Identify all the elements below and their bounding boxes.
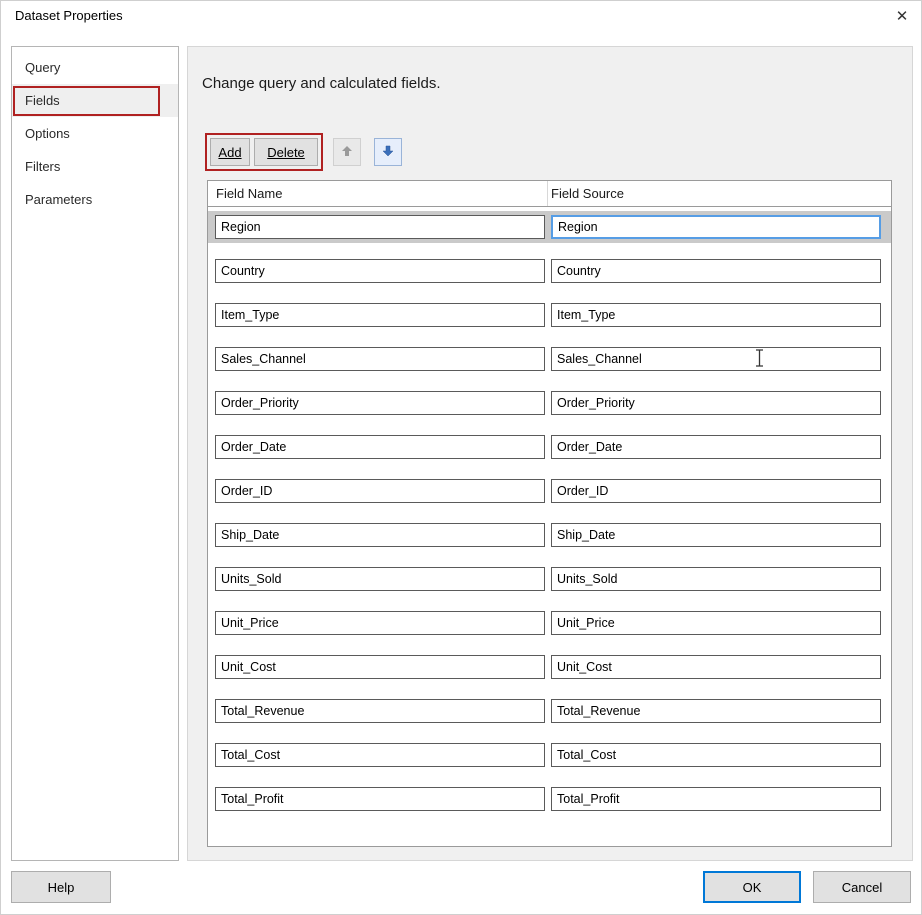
field-name-input[interactable]	[215, 479, 545, 503]
field-source-input[interactable]	[551, 567, 881, 591]
sidebar-item-filters[interactable]: Filters	[12, 150, 178, 183]
sidebar-item-options[interactable]: Options	[12, 117, 178, 150]
field-source-input[interactable]	[551, 699, 881, 723]
field-row	[208, 695, 891, 727]
field-name-input[interactable]	[215, 611, 545, 635]
field-row	[208, 211, 891, 243]
help-button[interactable]: Help	[11, 871, 111, 903]
field-source-input[interactable]	[551, 435, 881, 459]
field-source-input[interactable]	[551, 303, 881, 327]
field-row	[208, 255, 891, 287]
ok-button[interactable]: OK	[703, 871, 801, 903]
field-row	[208, 563, 891, 595]
close-icon[interactable]: ✕	[888, 4, 916, 28]
titlebar: Dataset Properties ✕	[1, 1, 921, 31]
field-name-input[interactable]	[215, 347, 545, 371]
page-title: Change query and calculated fields.	[202, 75, 441, 92]
sidebar-item-fields[interactable]: Fields	[12, 84, 178, 117]
field-name-input[interactable]	[215, 655, 545, 679]
main-panel: Change query and calculated fields. Add …	[187, 46, 913, 861]
delete-button[interactable]: Delete	[254, 138, 318, 166]
field-source-input[interactable]	[551, 479, 881, 503]
field-row	[208, 431, 891, 463]
field-row	[208, 519, 891, 551]
field-name-input[interactable]	[215, 215, 545, 239]
table-header: Field Name Field Source	[208, 181, 891, 207]
field-name-input[interactable]	[215, 567, 545, 591]
field-source-input[interactable]	[551, 391, 881, 415]
field-row	[208, 651, 891, 683]
add-button[interactable]: Add	[210, 138, 250, 166]
field-row	[208, 783, 891, 815]
fields-table: Field Name Field Source	[207, 180, 892, 847]
field-row	[208, 343, 891, 375]
field-row	[208, 299, 891, 331]
field-source-input[interactable]	[551, 611, 881, 635]
add-button-label: Add	[218, 144, 242, 160]
field-name-input[interactable]	[215, 699, 545, 723]
field-row	[208, 739, 891, 771]
column-header-field-source: Field Source	[551, 186, 624, 201]
move-down-button[interactable]	[374, 138, 402, 166]
field-name-input[interactable]	[215, 391, 545, 415]
window-title: Dataset Properties	[15, 8, 123, 23]
field-name-input[interactable]	[215, 259, 545, 283]
field-source-input[interactable]	[551, 259, 881, 283]
down-arrow-icon	[381, 144, 395, 161]
field-source-input[interactable]	[551, 523, 881, 547]
column-header-field-name: Field Name	[216, 186, 283, 201]
up-arrow-icon	[340, 144, 354, 161]
field-name-input[interactable]	[215, 743, 545, 767]
field-row	[208, 607, 891, 639]
field-name-input[interactable]	[215, 523, 545, 547]
field-row	[208, 475, 891, 507]
field-rows	[208, 208, 891, 827]
delete-button-label: Delete	[267, 144, 305, 160]
field-name-input[interactable]	[215, 787, 545, 811]
cancel-button[interactable]: Cancel	[813, 871, 911, 903]
field-name-input[interactable]	[215, 435, 545, 459]
field-source-input[interactable]	[551, 215, 881, 239]
field-name-input[interactable]	[215, 303, 545, 327]
field-source-input[interactable]	[551, 655, 881, 679]
move-up-button[interactable]	[333, 138, 361, 166]
sidebar-item-parameters[interactable]: Parameters	[12, 183, 178, 216]
field-source-input[interactable]	[551, 787, 881, 811]
sidebar-item-query[interactable]: Query	[12, 51, 178, 84]
sidebar: Query Fields Options Filters Parameters	[11, 46, 179, 861]
field-row	[208, 387, 891, 419]
field-source-input[interactable]	[551, 347, 881, 371]
field-source-input[interactable]	[551, 743, 881, 767]
